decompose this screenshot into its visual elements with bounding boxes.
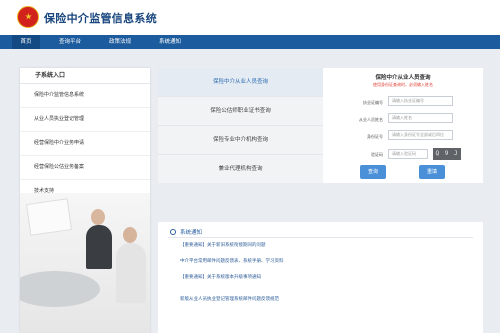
captcha-image[interactable]: Q 9 J 7 — [433, 148, 461, 169]
office-meeting-photo — [20, 193, 150, 333]
photo-person-body — [86, 225, 112, 269]
id-number-label: 身份证号 — [367, 134, 383, 139]
license-number-label: 执业证编号 — [363, 100, 383, 105]
reset-button[interactable]: 重填 — [419, 165, 445, 179]
nav-item-home[interactable]: 首页 — [12, 35, 40, 49]
notice-title: 系统通知 — [180, 230, 203, 236]
national-emblem-icon — [17, 6, 39, 28]
nav-item-policies[interactable]: 政策法规 — [102, 35, 138, 49]
name-label: 从业人员姓名 — [359, 117, 383, 122]
photo-paper — [25, 198, 73, 236]
top-nav: 首页 查询平台 政策法规 系统通知 — [0, 35, 500, 49]
nav-item-query-platform[interactable]: 查询平台 — [52, 35, 88, 49]
notice-panel: 系统通知 【重要通知】关于新旧系统衔接期间的问题 中介平台常用邮件问题反馈表、系… — [158, 222, 483, 333]
query-form-title: 保险中介从业人员查询 — [375, 75, 431, 81]
notice-item[interactable]: 新版从业人员执业登记管理系统邮件问题反馈规范 — [180, 296, 279, 302]
tab-part-time-agency-query[interactable]: 兼业代理机构查询 — [158, 155, 323, 183]
nav-item-notices[interactable]: 系统通知 — [152, 35, 188, 49]
captcha-label: 验证码 — [371, 152, 383, 157]
search-button[interactable]: 查询 — [360, 165, 386, 179]
photo-person-head — [91, 209, 105, 225]
tab-practitioner-query[interactable]: 保险中介从业人员查询 — [158, 68, 323, 97]
notice-item[interactable]: 【重要通知】关于系统版本升级事项通知 — [180, 274, 261, 280]
header: 保险中介监管信息系统 — [0, 0, 500, 35]
query-tabs: 保险中介从业人员查询 保险公估师职业证书查询 保险专业中介机构查询 兼业代理机构… — [158, 68, 323, 183]
query-form-note: 使用身份证查询时，必须输入姓名 — [373, 82, 433, 87]
notice-item[interactable]: 【重要通知】关于新旧系统衔接期间的问题 — [180, 242, 266, 248]
captcha-input[interactable]: 请输入验证码 — [388, 149, 428, 159]
photo-desk — [20, 271, 100, 307]
site-title: 保险中介监管信息系统 — [44, 12, 157, 25]
sidebar-item-assessment-filing[interactable]: 经营保险公估业务备案 — [20, 156, 150, 180]
notice-divider — [168, 237, 473, 238]
sidebar: 子系统入口 保险中介监管信息系统 从业人员执业登记管理 经营保险中介业务申请 经… — [20, 68, 150, 333]
sidebar-item-practitioner-registration[interactable]: 从业人员执业登记管理 — [20, 108, 150, 132]
notice-icon — [170, 229, 176, 235]
license-number-input[interactable]: 请输入执业证编号 — [388, 96, 453, 106]
sidebar-title: 子系统入口 — [20, 68, 150, 84]
name-input[interactable]: 请输入姓名 — [388, 113, 453, 123]
notice-item[interactable]: 中介平台常用邮件问题反馈表、系统手册、学习资料 — [180, 258, 284, 264]
photo-person-body-2 — [116, 243, 146, 303]
tab-assessor-certificate-query[interactable]: 保险公估师职业证书查询 — [158, 97, 323, 126]
tab-agency-query[interactable]: 保险专业中介机构查询 — [158, 126, 323, 155]
notice-header: 系统通知 — [170, 228, 202, 236]
sidebar-item-supervision-system[interactable]: 保险中介监管信息系统 — [20, 84, 150, 108]
sidebar-item-agency-application[interactable]: 经营保险中介业务申请 — [20, 132, 150, 156]
query-form: 保险中介从业人员查询 使用身份证查询时，必须输入姓名 执业证编号 请输入执业证编… — [323, 68, 483, 183]
photo-person-head-2 — [123, 227, 137, 243]
id-number-input[interactable]: 请输入身份证号全部或后四位 — [388, 130, 453, 140]
